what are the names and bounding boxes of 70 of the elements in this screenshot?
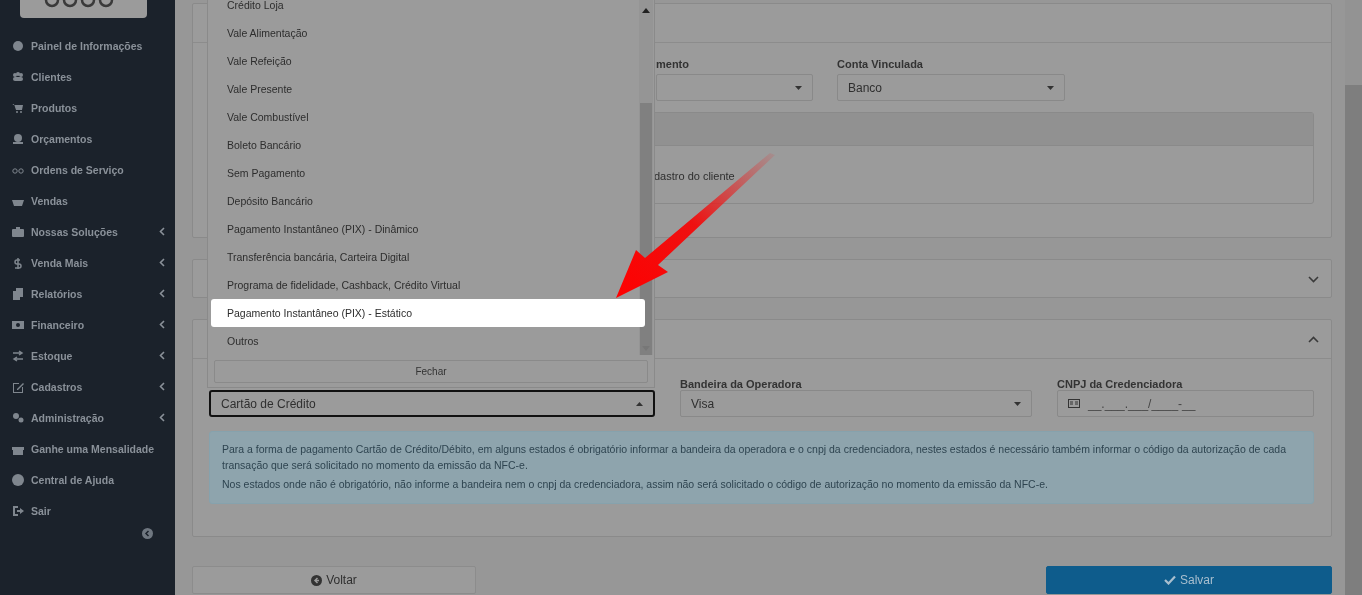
- select-field[interactable]: [656, 74, 813, 101]
- chevron-left-icon: [159, 289, 165, 298]
- note-text: dastro do cliente: [653, 169, 736, 182]
- collapse-icon[interactable]: [142, 528, 153, 539]
- chevron-down-icon[interactable]: [1308, 276, 1319, 283]
- chevron-left-icon: [159, 227, 165, 236]
- chevron-left-icon: [159, 351, 165, 360]
- back-button[interactable]: Voltar: [192, 566, 476, 594]
- info-text: Nos estados onde não é obrigatório, não informe a bandeira nem o cnpj da credenciadora, assim não será solicitado o código de autorização no momento da emissão da NFC-e.: [222, 477, 1049, 492]
- select-field[interactable]: Cartão de Crédito: [209, 390, 655, 417]
- dropdown-option[interactable]: Programa de fidelidade, Cashback, Crédito Virtual: [211, 271, 612, 299]
- chevron-left-icon: [159, 413, 165, 422]
- exchange-icon: [12, 349, 24, 362]
- caret-icon: [1014, 401, 1021, 406]
- caret-icon: [795, 85, 802, 90]
- field-label: Conta Vinculada: [837, 58, 923, 70]
- select-field[interactable]: Banco: [837, 74, 1065, 101]
- dropdown-option[interactable]: Pagamento Instantâneo (PIX) - Dinâmico: [211, 215, 612, 243]
- info-text: Para a forma de pagamento Cartão de Crédito/Débito, em alguns estados é obrigatório informar a bandeira da operadora e o cnpj da credenciadora, nestes estados é necessário também informar o código da autorização de cada transação que será solicitado no momento da emissão da NFC-e.: [222, 442, 1288, 473]
- dropdown-option[interactable]: Boleto Bancário: [211, 131, 612, 159]
- scrollbar[interactable]: [1345, 0, 1362, 595]
- sidebar-item[interactable]: Cadastros: [0, 371, 175, 402]
- back-icon: [311, 574, 323, 586]
- id-card-icon: [1068, 399, 1080, 408]
- save-button[interactable]: Salvar: [1046, 566, 1332, 594]
- sidebar-item[interactable]: Painel de Informações: [0, 30, 175, 61]
- dropdown-option[interactable]: Outros: [211, 327, 612, 355]
- cnpj-field[interactable]: __.___.___/____-__: [1057, 390, 1314, 417]
- dropdown-option[interactable]: Transferência bancária, Carteira Digital: [211, 243, 612, 271]
- exit-icon: [12, 504, 24, 517]
- sidebar-item[interactable]: Relatórios: [0, 278, 175, 309]
- dropdown-option[interactable]: Vale Presente: [211, 75, 612, 103]
- sidebar-item[interactable]: Orçamentos: [0, 123, 175, 154]
- dropdown-option[interactable]: Pagamento Instantâneo (PIX) - Estático: [211, 299, 645, 327]
- sidebar-item[interactable]: Ordens de Serviço: [0, 154, 175, 185]
- field-label: mento: [655, 58, 689, 70]
- sidebar-item[interactable]: Central de Ajuda: [0, 464, 175, 495]
- banknote-icon: [12, 318, 24, 331]
- select-field[interactable]: Visa: [680, 390, 1032, 417]
- copy-icon: [12, 287, 24, 300]
- sidebar-item[interactable]: Venda Mais: [0, 247, 175, 278]
- dropdown-option[interactable]: Sem Pagamento: [211, 159, 612, 187]
- caret-icon: [1047, 85, 1054, 90]
- scroll-up-icon[interactable]: [642, 8, 650, 13]
- dropdown-option[interactable]: Crédito Loja: [211, 0, 612, 19]
- dropdown-option[interactable]: Vale Alimentação: [211, 19, 612, 47]
- sidebar-item[interactable]: Sair: [0, 495, 175, 526]
- chevron-up-icon[interactable]: [1308, 335, 1319, 343]
- dropdown-option[interactable]: Vale Refeição: [211, 47, 612, 75]
- briefcase-icon: [12, 225, 24, 238]
- sidebar-item[interactable]: Ganhe uma Mensalidade: [0, 433, 175, 464]
- field-label: CNPJ da Credenciadora: [1057, 378, 1184, 390]
- chevron-left-icon: [159, 382, 165, 391]
- dropdown-option[interactable]: Depósito Bancário: [211, 187, 612, 215]
- close-button[interactable]: Fechar: [214, 360, 648, 383]
- sidebar-item[interactable]: Financeiro: [0, 309, 175, 340]
- sidebar-item[interactable]: Produtos: [0, 92, 175, 123]
- field-label: Bandeira da Operadora: [680, 378, 803, 390]
- sidebar-item[interactable]: Vendas: [0, 185, 175, 216]
- sidebar-item[interactable]: Estoque: [0, 340, 175, 371]
- check-icon: [1164, 575, 1176, 585]
- dropdown-option[interactable]: Vale Combustível: [211, 103, 612, 131]
- caret-icon: [636, 401, 643, 406]
- sidebar-item[interactable]: Nossas Soluções: [0, 216, 175, 247]
- edit-icon: [12, 380, 24, 393]
- sidebar-item[interactable]: Administração: [0, 402, 175, 433]
- dollar-icon: [12, 256, 24, 269]
- chevron-left-icon: [159, 258, 165, 267]
- sidebar-item[interactable]: Clientes: [0, 61, 175, 92]
- chevron-left-icon: [159, 320, 165, 329]
